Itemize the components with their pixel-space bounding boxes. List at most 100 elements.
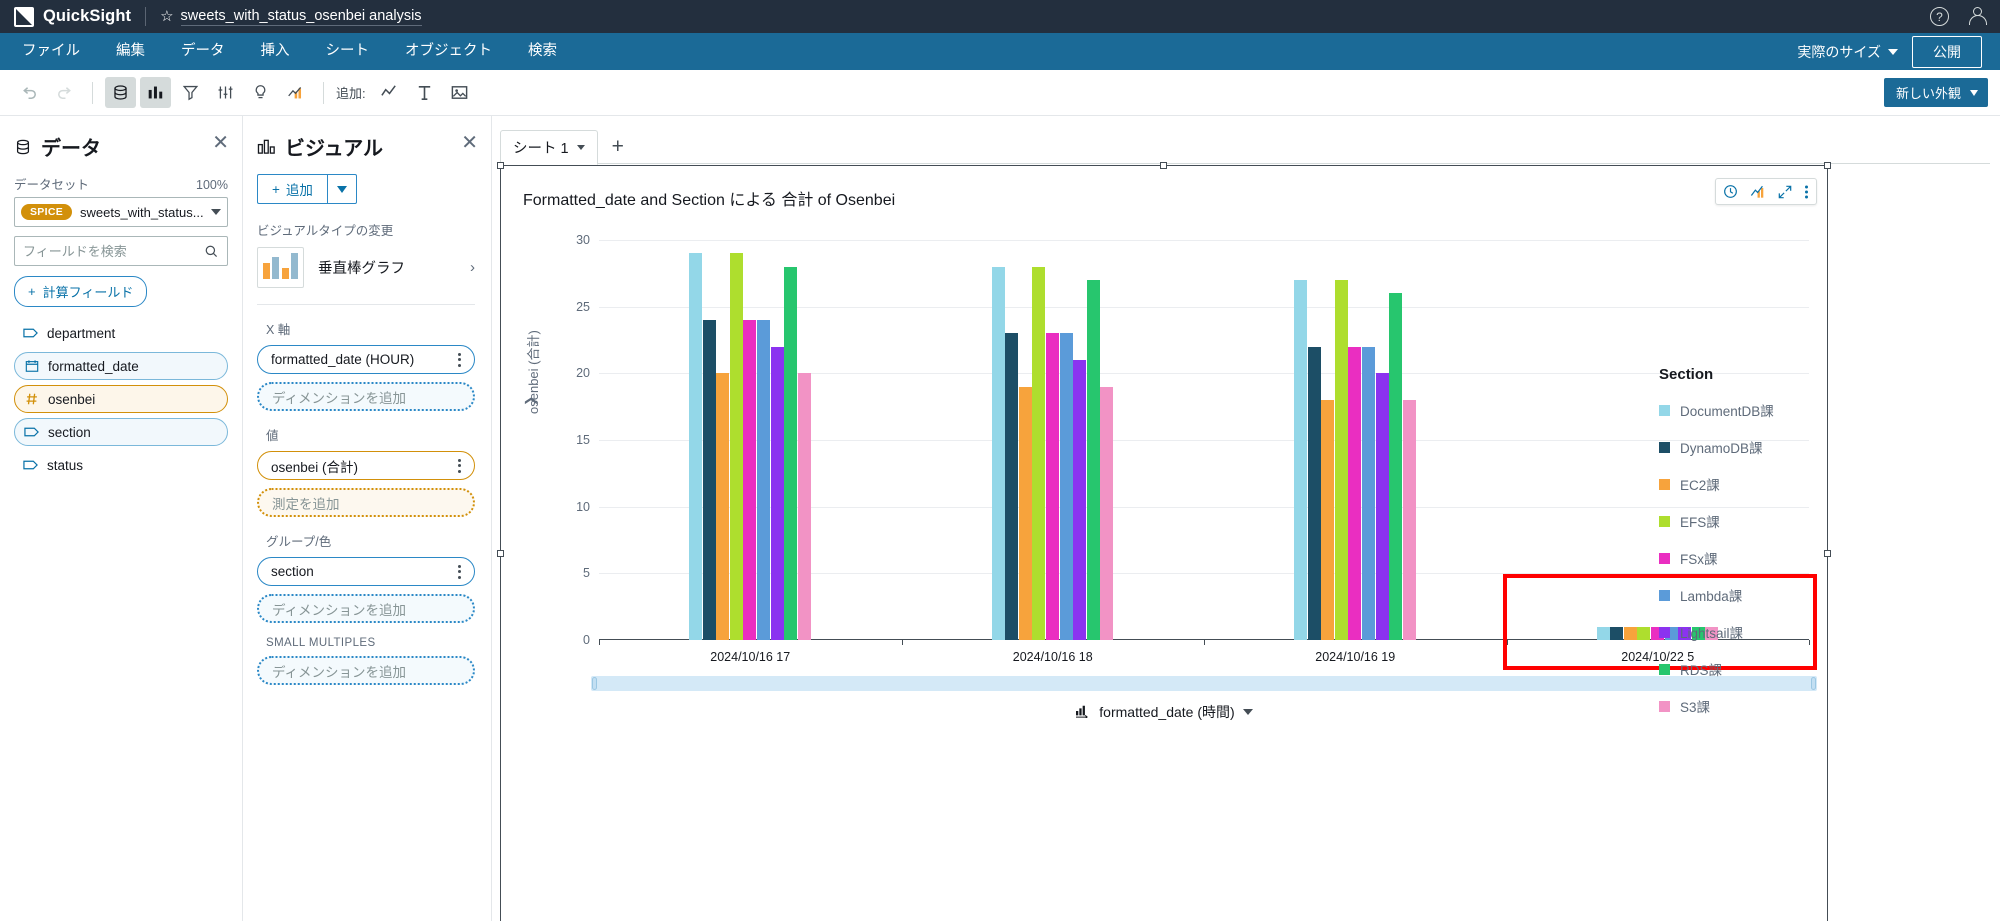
field-well-pill-value[interactable]: osenbei (合計) — [257, 451, 475, 480]
publish-button[interactable]: 公開 — [1912, 35, 1982, 68]
legend-item[interactable]: DocumentDB課 — [1659, 400, 1819, 420]
kebab-menu-icon[interactable] — [458, 564, 461, 579]
bar-group[interactable] — [991, 266, 1114, 640]
bar-group[interactable] — [1294, 280, 1416, 640]
favorite-star-icon[interactable]: ☆ — [160, 9, 173, 24]
bar[interactable] — [743, 320, 757, 640]
add-visual-button[interactable]: + 追加 — [257, 174, 327, 204]
add-sheet-button[interactable]: + — [612, 136, 624, 157]
field-well-dropzone-group-color[interactable]: ディメンションを追加 — [257, 594, 475, 623]
dataset-selector[interactable]: SPICE sweets_with_status... — [14, 197, 228, 227]
bar[interactable] — [1100, 386, 1114, 640]
bar[interactable] — [1018, 386, 1032, 640]
new-look-button[interactable]: 新しい外観 — [1883, 78, 1988, 107]
plot-area[interactable]: 0 5 10 15 20 25 30 — [576, 233, 1810, 647]
bar-group[interactable] — [689, 253, 811, 640]
field-item-section[interactable]: section — [14, 418, 228, 446]
toolbar-data-icon[interactable] — [105, 77, 136, 108]
undo-icon[interactable] — [14, 77, 45, 108]
bar[interactable] — [1389, 293, 1403, 640]
bar[interactable] — [770, 346, 784, 640]
bar[interactable] — [716, 373, 730, 640]
legend-item[interactable]: S3課 — [1659, 696, 1819, 716]
bar[interactable] — [1045, 333, 1059, 640]
add-visual-dropdown-button[interactable] — [326, 174, 357, 204]
toolbar-filter-icon[interactable] — [175, 77, 206, 108]
bar[interactable] — [1596, 626, 1610, 640]
legend-item[interactable]: FSx課 — [1659, 548, 1819, 568]
bar[interactable] — [797, 373, 811, 640]
resize-handle[interactable] — [497, 162, 504, 169]
field-item-formatted-date[interactable]: formatted_date — [14, 352, 228, 380]
x-axis-scrollbar[interactable] — [591, 676, 1817, 691]
bar[interactable] — [1294, 280, 1308, 640]
menu-item-search[interactable]: 検索 — [510, 33, 575, 70]
field-item-osenbei[interactable]: osenbei — [14, 385, 228, 413]
toolbar-insight-icon[interactable] — [245, 77, 276, 108]
close-icon[interactable]: ✕ — [461, 133, 478, 153]
bar[interactable] — [757, 320, 771, 640]
menu-item-object[interactable]: オブジェクト — [387, 33, 510, 70]
field-well-dropzone-value[interactable]: 測定を追加 — [257, 488, 475, 517]
analysis-title[interactable]: sweets_with_status_osenbei analysis — [180, 8, 422, 26]
bar[interactable] — [1005, 333, 1019, 640]
visual-container[interactable]: Formatted_date and Section による 合計 of Ose… — [497, 162, 1831, 921]
add-chart-icon[interactable] — [374, 77, 405, 108]
expand-icon[interactable] — [1778, 185, 1792, 199]
help-circle-icon[interactable]: ? — [1930, 7, 1949, 26]
bar[interactable] — [784, 266, 798, 640]
field-well-pill-x-axis[interactable]: formatted_date (HOUR) — [257, 345, 475, 374]
resize-handle[interactable] — [1824, 162, 1831, 169]
search-input[interactable] — [23, 243, 204, 259]
bar[interactable] — [1334, 280, 1348, 640]
field-well-dropzone-x-axis[interactable]: ディメンションを追加 — [257, 382, 475, 411]
bar[interactable] — [1348, 346, 1362, 640]
search-icon[interactable] — [204, 244, 219, 259]
menu-item-insert[interactable]: 挿入 — [243, 33, 308, 70]
user-account-icon[interactable] — [1967, 7, 1987, 26]
sheet-tab-1[interactable]: シート 1 — [500, 130, 598, 165]
bar[interactable] — [1637, 626, 1651, 640]
toolbar-narrative-icon[interactable] — [280, 77, 311, 108]
bar[interactable] — [1362, 346, 1376, 640]
chevron-down-icon[interactable] — [1242, 709, 1253, 715]
menu-item-edit[interactable]: 編集 — [98, 33, 163, 70]
bar[interactable] — [1375, 373, 1389, 640]
field-well-pill-group-color[interactable]: section — [257, 557, 475, 586]
visual-type-selector[interactable]: 垂直棒グラフ › — [257, 247, 475, 305]
legend-item[interactable]: EC2課 — [1659, 474, 1819, 494]
bar[interactable] — [1321, 400, 1335, 640]
add-image-icon[interactable] — [444, 77, 475, 108]
chevron-down-icon[interactable] — [576, 145, 585, 150]
legend-item[interactable]: Lightsail課 — [1659, 622, 1819, 642]
menu-item-file[interactable]: ファイル — [18, 33, 98, 70]
toolbar-visual-icon[interactable] — [140, 77, 171, 108]
clock-refresh-icon[interactable] — [1723, 184, 1738, 199]
redo-icon[interactable] — [49, 77, 80, 108]
bar[interactable] — [1402, 400, 1416, 640]
toolbar-parameter-icon[interactable] — [210, 77, 241, 108]
close-icon[interactable]: ✕ — [212, 133, 229, 153]
legend-item[interactable]: DynamoDB課 — [1659, 437, 1819, 457]
field-well-dropzone-small-multiples[interactable]: ディメンションを追加 — [257, 656, 475, 685]
menu-item-data[interactable]: データ — [163, 33, 243, 70]
kebab-menu-icon[interactable] — [458, 352, 461, 367]
chevron-right-icon[interactable]: › — [470, 259, 475, 276]
kebab-menu-icon[interactable] — [458, 458, 461, 473]
add-text-icon[interactable] — [409, 77, 440, 108]
legend-item[interactable]: Lambda課 — [1659, 585, 1819, 605]
bar[interactable] — [1059, 333, 1073, 640]
kebab-menu-icon[interactable] — [1804, 184, 1809, 200]
menu-item-sheet[interactable]: シート — [308, 33, 388, 70]
resize-handle[interactable] — [1160, 162, 1167, 169]
field-item-status[interactable]: status — [14, 451, 228, 479]
bar[interactable] — [1086, 280, 1100, 640]
display-size-selector[interactable]: 実際のサイズ — [1797, 42, 1898, 62]
add-calculated-field-button[interactable]: + 計算フィールド — [14, 276, 148, 307]
field-search-box[interactable] — [14, 236, 228, 266]
bar[interactable] — [1073, 360, 1087, 640]
chevron-right-icon[interactable]: ❯ — [523, 396, 537, 406]
field-item-department[interactable]: department — [14, 319, 228, 347]
scrollbar-handle-left[interactable] — [592, 677, 597, 690]
bar[interactable] — [1032, 266, 1046, 640]
